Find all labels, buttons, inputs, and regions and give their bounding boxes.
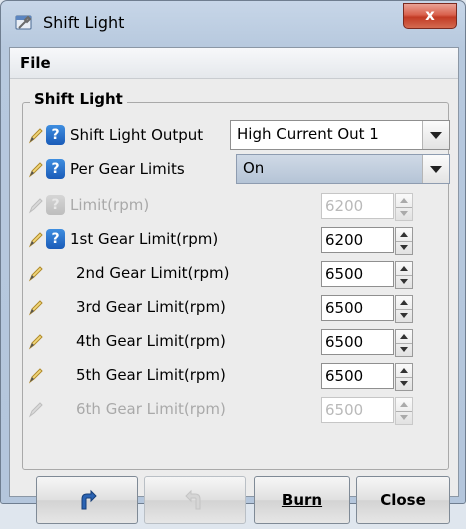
gear-2-label: 2nd Gear Limit(rpm) [76,264,230,282]
menu-file[interactable]: File [20,54,51,72]
gear-4-spinner: 6500 [321,329,413,357]
limit-stepper [395,193,413,221]
pencil-icon[interactable] [28,126,44,144]
close-icon: x [425,6,435,24]
help-icon: ? [46,195,65,215]
redo-button [144,476,246,524]
close-button-label: Close [380,491,426,509]
stepper-down-icon[interactable] [396,309,412,322]
shift-light-output-select[interactable]: High Current Out 1 [230,120,450,150]
per-gear-limits-value: On [243,159,265,177]
stepper-down-icon[interactable] [396,343,412,356]
gear-6-input: 6500 [321,397,394,423]
gear-1-input[interactable]: 6200 [321,227,394,253]
redo-arrow-icon [185,489,201,510]
stepper-up-icon[interactable] [396,262,412,276]
stepper-up-icon[interactable] [396,330,412,344]
pencil-icon [28,402,43,418]
gear-4-label: 4th Gear Limit(rpm) [76,332,226,350]
gear-6-spinner: 6500 [321,397,413,425]
pencil-icon[interactable] [28,230,44,248]
shift-light-output-label: Shift Light Output [70,126,204,144]
stepper-down-icon [396,207,412,220]
pencil-icon [28,198,43,214]
per-gear-limits-label: Per Gear Limits [70,160,185,178]
gear-6-label: 6th Gear Limit(rpm) [76,400,226,418]
wrench-window-icon [15,15,32,30]
gear-2-stepper[interactable] [395,261,413,289]
gear-3-stepper[interactable] [395,295,413,323]
gear-1-label: 1st Gear Limit(rpm) [70,230,219,248]
per-gear-limits-select[interactable]: On [236,154,450,184]
stepper-down-icon [396,411,412,424]
pencil-icon[interactable] [28,160,44,178]
gear-1-spinner: 6200 [321,227,413,255]
limit-spinner: 6200 [321,193,413,221]
limit-label: Limit(rpm) [70,196,150,214]
dialog-body: File Shift Light ? Shift Light Output Hi… [9,47,459,524]
burn-button[interactable]: Burn [254,476,350,524]
gear-3-spinner: 6500 [321,295,413,323]
stepper-down-icon[interactable] [396,275,412,288]
undo-button[interactable] [36,476,138,524]
title-bar[interactable]: Shift Light x [1,1,465,45]
gear-3-label: 3rd Gear Limit(rpm) [76,298,226,316]
chevron-down-icon[interactable] [422,121,449,149]
help-icon[interactable]: ? [46,159,65,179]
gear-3-input[interactable]: 6500 [321,295,394,321]
undo-arrow-icon [81,489,97,510]
chevron-down-icon[interactable] [422,155,449,183]
stepper-down-icon[interactable] [396,377,412,390]
help-icon[interactable]: ? [46,229,65,249]
pencil-icon[interactable] [28,366,44,384]
stepper-up-icon[interactable] [396,228,412,242]
gear-4-input[interactable]: 6500 [321,329,394,355]
gear-6-stepper [395,397,413,425]
pencil-icon[interactable] [28,264,44,282]
gear-5-stepper[interactable] [395,363,413,391]
gear-2-spinner: 6500 [321,261,413,289]
pencil-icon[interactable] [28,298,44,316]
gear-2-input[interactable]: 6500 [321,261,394,287]
stepper-up-icon [396,398,412,412]
gear-5-spinner: 6500 [321,363,413,391]
gear-4-stepper[interactable] [395,329,413,357]
limit-input: 6200 [321,193,394,219]
stepper-down-icon[interactable] [396,241,412,254]
shift-light-output-value: High Current Out 1 [237,125,379,143]
stepper-up-icon[interactable] [396,364,412,378]
burn-button-label: Burn [281,491,323,509]
shift-light-window: Shift Light x File Shift Light ? Shift L… [0,0,466,524]
help-icon[interactable]: ? [46,125,65,145]
pencil-icon[interactable] [28,332,44,350]
gear-5-input[interactable]: 6500 [321,363,394,389]
window-title: Shift Light [43,13,125,32]
stepper-up-icon [396,194,412,208]
gear-1-stepper[interactable] [395,227,413,255]
close-button[interactable]: Close [356,476,450,524]
window-close-button[interactable]: x [403,3,457,29]
group-title: Shift Light [30,90,127,108]
menu-bar: File [10,48,458,79]
gear-5-label: 5th Gear Limit(rpm) [76,366,226,384]
stepper-up-icon[interactable] [396,296,412,310]
